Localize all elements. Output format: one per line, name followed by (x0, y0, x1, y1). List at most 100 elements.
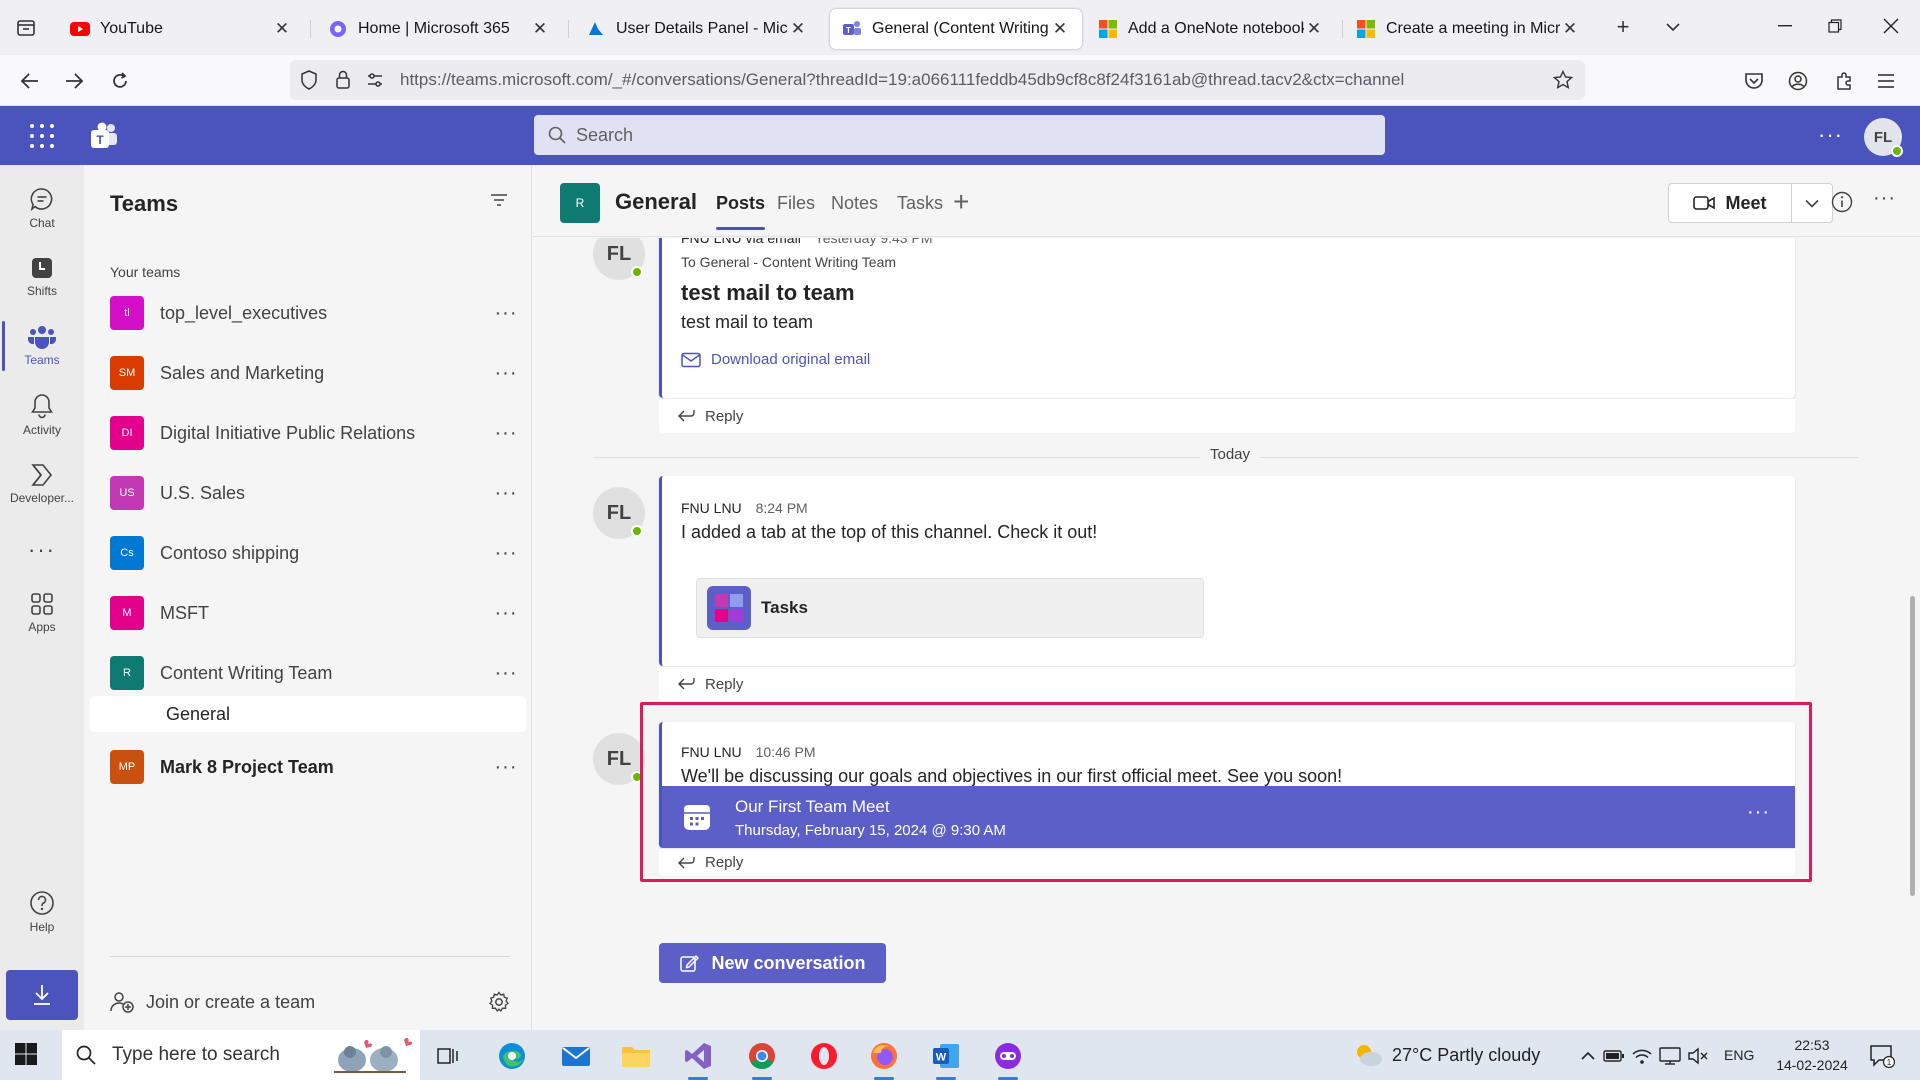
bookmark-star-icon[interactable] (1552, 69, 1574, 91)
vpn-app-icon[interactable] (990, 1038, 1026, 1080)
firefox-icon[interactable] (866, 1038, 902, 1080)
download-app-button[interactable] (6, 970, 78, 1020)
taskbar-search-input[interactable]: Type here to search (62, 1030, 420, 1080)
filter-icon[interactable] (490, 193, 508, 212)
chrome-icon[interactable] (744, 1038, 780, 1080)
restore-icon[interactable] (1812, 8, 1858, 44)
rail-item-teams[interactable]: Teams (0, 315, 84, 377)
gear-icon[interactable] (488, 991, 510, 1013)
back-icon[interactable] (14, 65, 46, 97)
team-item-top-level-executives[interactable]: tl top_level_executives ··· (90, 289, 526, 337)
reload-icon[interactable] (104, 65, 136, 97)
rail-item-developer[interactable]: Developer... (0, 453, 84, 515)
browser-tab-create-meeting[interactable]: Create a meeting in Microsoft ✕ (1344, 9, 1592, 49)
lock-icon[interactable] (332, 69, 354, 91)
avatar[interactable]: FL (593, 238, 645, 280)
team-item-mark-8-project-team[interactable]: MP Mark 8 Project Team ··· (90, 743, 526, 791)
app-launcher-icon[interactable] (28, 122, 56, 150)
rail-item-activity[interactable]: Activity (0, 384, 84, 446)
more-options-icon[interactable]: ··· (486, 662, 526, 685)
opera-icon[interactable] (806, 1038, 842, 1074)
account-icon[interactable] (1782, 65, 1814, 97)
browser-tab-youtube[interactable]: YouTube ✕ (58, 9, 304, 49)
new-conversation-button[interactable]: New conversation (659, 943, 886, 983)
join-or-create-team-button[interactable]: Join or create a team (110, 987, 510, 1017)
speaker-muted-icon[interactable] (1680, 1038, 1716, 1074)
shield-icon[interactable] (298, 69, 320, 91)
avatar[interactable]: FL (593, 733, 645, 785)
team-item-contoso-shipping[interactable]: Cs Contoso shipping ··· (90, 529, 526, 577)
more-options-icon[interactable]: ··· (486, 756, 526, 779)
close-icon[interactable]: ✕ (788, 19, 808, 39)
weather-text[interactable]: 27°C Partly cloudy (1392, 1045, 1540, 1066)
more-options-icon[interactable]: ··· (486, 602, 526, 625)
meet-options-chevron-icon[interactable] (1791, 183, 1833, 223)
tab-attachment-card[interactable]: Tasks (696, 578, 1204, 638)
browser-tab-microsoft365[interactable]: Home | Microsoft 365 ✕ (316, 9, 562, 49)
team-item-us-sales[interactable]: US U.S. Sales ··· (90, 469, 526, 517)
rail-item-help[interactable]: Help (0, 881, 84, 943)
windows-start-icon[interactable] (14, 1042, 38, 1071)
rail-item-chat[interactable]: Chat (0, 177, 84, 239)
minimize-icon[interactable] (1762, 8, 1808, 44)
tab-notes[interactable]: Notes (831, 193, 878, 214)
permissions-icon[interactable] (364, 69, 386, 91)
language-indicator[interactable]: ENG (1724, 1047, 1754, 1063)
notifications-icon[interactable]: 1 (1864, 1038, 1900, 1074)
team-item-digital-initiative[interactable]: DI Digital Initiative Public Relations ·… (90, 409, 526, 457)
more-options-icon[interactable]: ··· (486, 422, 526, 445)
window-close-icon[interactable] (1868, 8, 1914, 44)
meeting-invite-card[interactable]: Our First Team Meet Thursday, February 1… (662, 786, 1795, 848)
edge-icon[interactable] (494, 1038, 530, 1074)
new-tab-icon[interactable]: + (1608, 12, 1638, 42)
more-apps-icon[interactable]: ··· (0, 519, 84, 581)
close-icon[interactable]: ✕ (1560, 19, 1580, 39)
forward-icon[interactable] (58, 65, 90, 97)
reply-button[interactable]: Reply (659, 848, 1795, 876)
address-bar[interactable]: https://teams.microsoft.com/_#/conversat… (290, 60, 1585, 100)
task-view-icon[interactable] (430, 1038, 466, 1074)
download-email-link[interactable]: Download original email (681, 351, 870, 368)
more-options-icon[interactable]: ··· (486, 302, 526, 325)
info-icon[interactable] (1831, 191, 1853, 218)
rail-item-shifts[interactable]: Shifts (0, 246, 84, 308)
channel-item-general[interactable]: General (90, 696, 526, 732)
more-options-icon[interactable]: ··· (486, 362, 526, 385)
system-clock[interactable]: 22:53 14-02-2024 (1772, 1035, 1852, 1075)
word-icon[interactable]: W (928, 1038, 964, 1080)
reply-button[interactable]: Reply (659, 666, 1795, 701)
channel-more-icon[interactable]: ··· (1873, 187, 1896, 210)
close-icon[interactable]: ✕ (530, 19, 550, 39)
tab-posts[interactable]: Posts (716, 193, 766, 230)
tab-list-chevron-icon[interactable] (1658, 12, 1688, 42)
profile-avatar[interactable]: FL (1864, 118, 1903, 157)
browser-tab-user-details[interactable]: User Details Panel - Microsoft ✕ (574, 9, 820, 49)
extensions-icon[interactable] (1828, 65, 1860, 97)
pocket-icon[interactable] (1738, 65, 1770, 97)
visual-studio-icon[interactable] (680, 1038, 716, 1080)
avatar[interactable]: FL (593, 487, 645, 539)
add-tab-icon[interactable]: + (953, 186, 969, 218)
tab-overview-icon[interactable] (0, 0, 52, 55)
tab-files[interactable]: Files (777, 193, 815, 214)
meet-button[interactable]: Meet (1668, 183, 1792, 223)
file-explorer-icon[interactable] (618, 1038, 654, 1074)
close-icon[interactable]: ✕ (1304, 19, 1324, 39)
search-input[interactable]: Search (534, 115, 1385, 155)
menu-icon[interactable] (1870, 65, 1902, 97)
team-item-content-writing-team[interactable]: R Content Writing Team ··· (90, 649, 526, 697)
team-item-msft[interactable]: M MSFT ··· (90, 589, 526, 637)
meeting-more-icon[interactable]: ··· (1747, 801, 1770, 824)
scrollbar-thumb[interactable] (1910, 596, 1915, 896)
close-icon[interactable]: ✕ (272, 19, 292, 39)
close-icon[interactable]: ✕ (1050, 19, 1070, 39)
more-options-icon[interactable]: ··· (486, 482, 526, 505)
settings-more-icon[interactable]: ··· (1818, 122, 1843, 148)
browser-tab-onenote[interactable]: Add a OneNote notebook in ✕ (1086, 9, 1336, 49)
mail-app-icon[interactable] (558, 1038, 594, 1074)
reply-button[interactable]: Reply (659, 398, 1795, 433)
browser-tab-teams-general[interactable]: T General (Content Writing Team) ✕ (830, 9, 1082, 49)
rail-item-apps[interactable]: Apps (0, 582, 84, 644)
more-options-icon[interactable]: ··· (486, 542, 526, 565)
team-item-sales-and-marketing[interactable]: SM Sales and Marketing ··· (90, 349, 526, 397)
